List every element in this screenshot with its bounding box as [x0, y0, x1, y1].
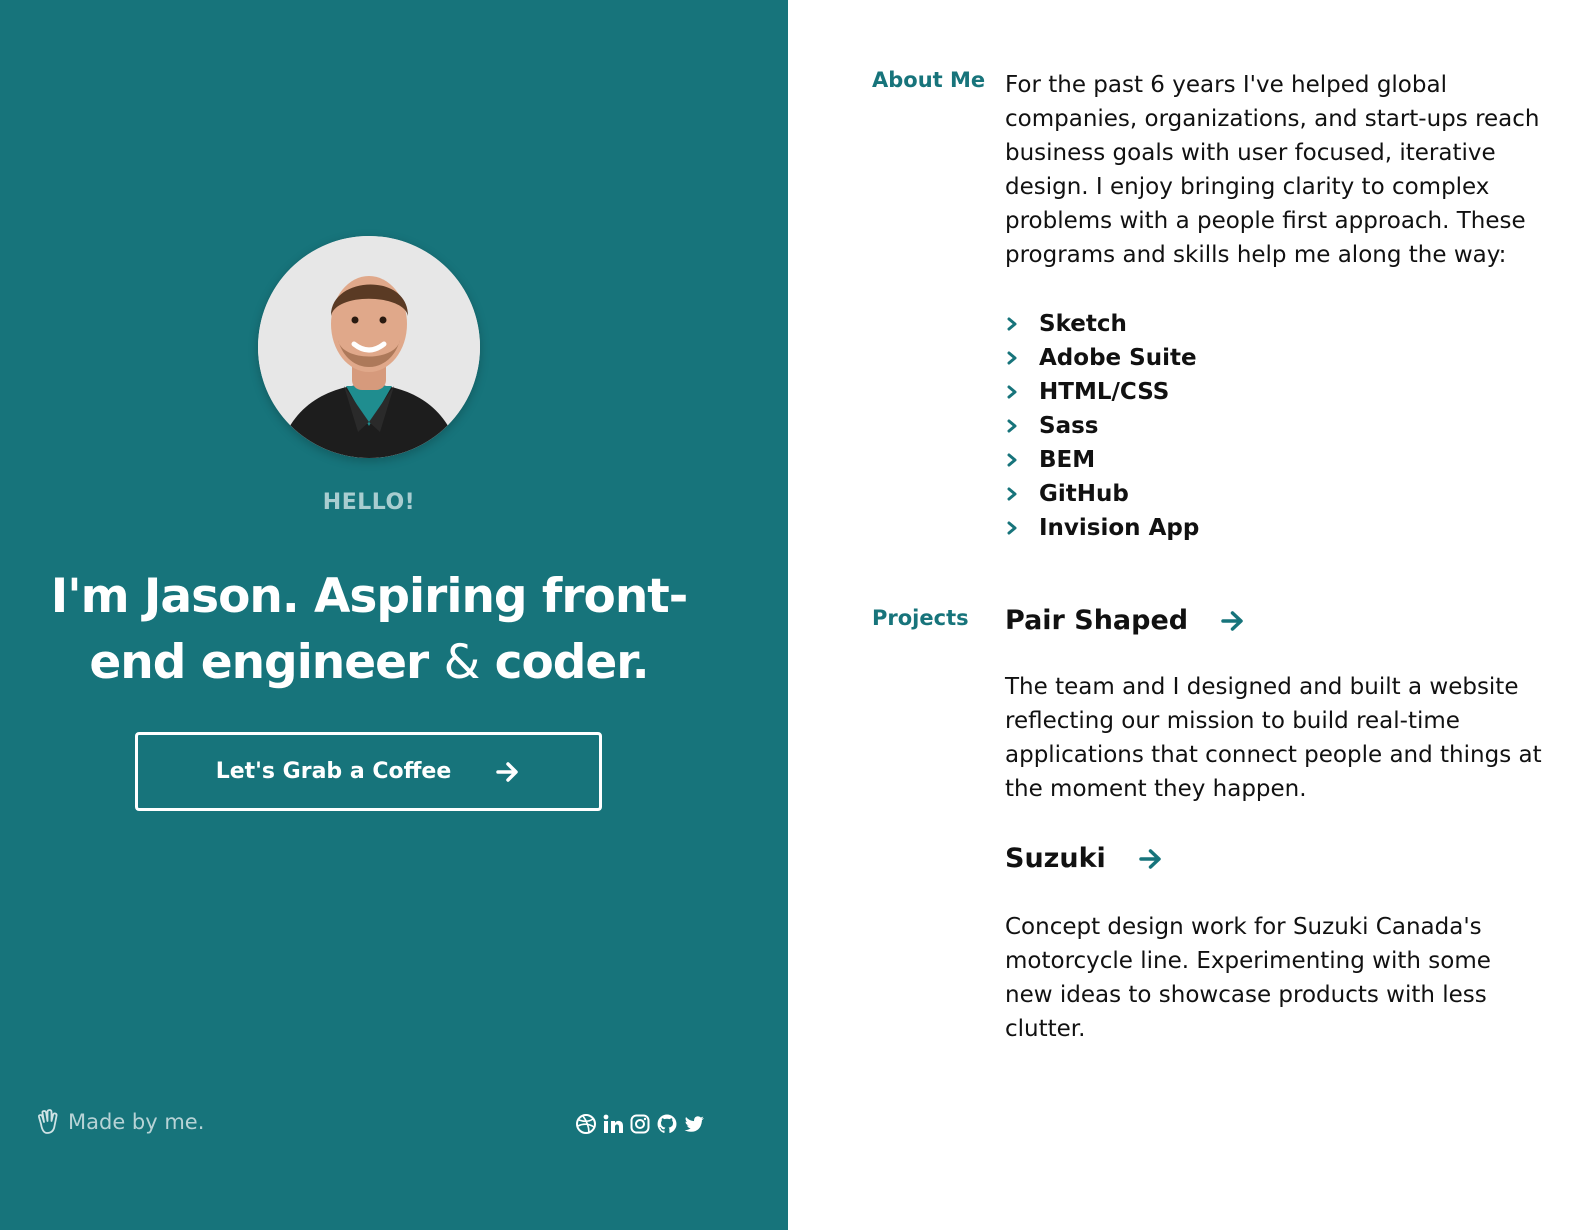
coffee-cta-button[interactable]: Let's Grab a Coffee	[135, 732, 602, 811]
skills-list: Sketch Adobe Suite HTML/CSS Sass BEM GitHub In…	[1005, 307, 1199, 545]
cta-label: Let's Grab a Coffee	[215, 759, 452, 784]
chevron-right-icon	[1007, 419, 1017, 433]
skill-label: Sketch	[1039, 311, 1127, 337]
content-panel: About Me For the past 6 years I've helpe…	[788, 0, 1592, 1230]
github-icon[interactable]	[655, 1112, 679, 1136]
chevron-right-icon	[1007, 385, 1017, 399]
skill-item: BEM	[1005, 443, 1199, 477]
chevron-right-icon	[1007, 351, 1017, 365]
project-description: Concept design work for Suzuki Canada's …	[1005, 914, 1491, 1042]
skill-item: GitHub	[1005, 477, 1199, 511]
made-by-note: Made by me.	[34, 1108, 204, 1136]
skill-label: HTML/CSS	[1039, 379, 1170, 405]
skill-item: Invision App	[1005, 511, 1199, 545]
twitter-icon[interactable]	[682, 1112, 706, 1136]
skill-item: Sass	[1005, 409, 1199, 443]
avatar	[258, 236, 480, 458]
arrow-right-icon	[496, 761, 519, 782]
skill-label: Invision App	[1039, 515, 1200, 541]
dribbble-icon[interactable]	[574, 1112, 598, 1136]
hero-panel: HELLO! I'm Jason. Aspiring front-end eng…	[0, 0, 788, 1230]
social-links	[574, 1112, 709, 1136]
chevron-right-icon	[1007, 487, 1017, 501]
project-title-text: Pair Shaped	[1005, 605, 1189, 636]
headline-part2: coder.	[494, 635, 650, 690]
profile-photo	[258, 236, 480, 458]
waving-hand-icon	[38, 1109, 58, 1134]
skill-label: Adobe Suite	[1039, 345, 1197, 371]
about-text: For the past 6 years I've helped global …	[1005, 72, 1540, 268]
skill-label: BEM	[1039, 447, 1096, 473]
projects-label: Projects	[872, 606, 969, 630]
skill-item: Adobe Suite	[1005, 341, 1199, 375]
project-title-text: Suzuki	[1005, 843, 1106, 874]
linkedin-icon[interactable]	[601, 1112, 625, 1136]
instagram-icon[interactable]	[628, 1112, 652, 1136]
skill-item: HTML/CSS	[1005, 375, 1199, 409]
chevron-right-icon	[1007, 317, 1017, 331]
headline: I'm Jason. Aspiring front-end engineer &…	[40, 564, 698, 696]
arrow-right-icon	[1221, 610, 1243, 631]
project-description: The team and I designed and built a webs…	[1005, 674, 1542, 802]
project-title-pair-shaped[interactable]: Pair Shaped	[1005, 605, 1246, 636]
arrow-right-icon	[1139, 848, 1161, 869]
skill-label: GitHub	[1039, 481, 1129, 507]
headline-ampersand: &	[443, 635, 481, 690]
made-by-text: Made by me.	[68, 1110, 205, 1134]
chevron-right-icon	[1007, 453, 1017, 467]
greeting: HELLO!	[322, 490, 416, 515]
project-title-suzuki[interactable]: Suzuki	[1005, 843, 1164, 874]
chevron-right-icon	[1007, 521, 1017, 535]
skill-label: Sass	[1039, 413, 1099, 439]
about-label: About Me	[872, 68, 986, 92]
skill-item: Sketch	[1005, 307, 1199, 341]
